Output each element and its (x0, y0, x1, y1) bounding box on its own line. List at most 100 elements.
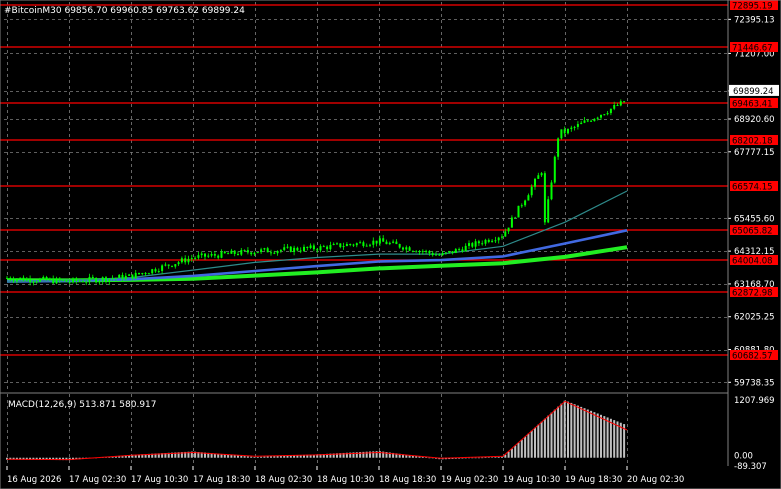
candle-body (299, 250, 302, 252)
candle-body (263, 248, 266, 250)
candle-body (253, 252, 256, 255)
chart-area[interactable]: 1207.9690.00-89.307 72395.1371207.006989… (0, 0, 781, 489)
candle-body (563, 129, 566, 134)
candle-body (240, 250, 243, 255)
macd-histogram-bar (240, 455, 243, 458)
candle-body (237, 253, 239, 255)
candle-body (451, 251, 454, 253)
candle-body (260, 249, 263, 253)
candle-body (484, 239, 487, 244)
candle-body (177, 262, 180, 265)
candle-body (365, 245, 368, 247)
price-label: 68920.60 (734, 115, 775, 125)
candle-body (309, 245, 312, 248)
candle-body (319, 246, 322, 251)
candle-body (606, 113, 609, 115)
candle-body (458, 249, 461, 251)
time-label: 19 Aug 18:30 (565, 475, 622, 485)
macd-histogram-bar (501, 456, 503, 458)
candle-body (464, 245, 467, 252)
candle-body (111, 278, 114, 280)
candle-body (332, 243, 335, 245)
candle-body (329, 244, 332, 250)
candle-body (616, 105, 619, 107)
macd-histogram-bar (266, 456, 269, 458)
macd-histogram-bar (567, 401, 569, 458)
candle-body (514, 217, 517, 219)
time-label: 18 Aug 10:30 (317, 475, 374, 485)
candle-body (517, 205, 520, 218)
candle-body (25, 278, 28, 281)
candle-body (355, 243, 358, 246)
candle-body (128, 274, 131, 276)
candle-body (35, 281, 38, 283)
candle-body (326, 246, 329, 250)
candle-body (276, 251, 279, 254)
candle-body (62, 280, 65, 282)
candle-body (118, 274, 121, 278)
candle-body (570, 127, 573, 130)
candle-body (441, 253, 444, 256)
candle-body (431, 253, 434, 256)
candle-body (88, 276, 91, 282)
macd-axis-label: 1207.969 (734, 396, 775, 406)
candle-body (402, 247, 404, 250)
level-label: 68202.18 (732, 137, 773, 147)
candle-body (372, 240, 375, 245)
macd-histogram-bar (586, 409, 589, 458)
level-label: 72895.19 (732, 2, 773, 12)
macd-histogram-bar (237, 455, 239, 458)
candle-body (6, 277, 8, 279)
macd-histogram-bar (570, 402, 573, 458)
candle-body (207, 255, 210, 257)
macd-histogram-bar (527, 433, 530, 458)
candle-body (230, 250, 233, 254)
candle-body (151, 269, 154, 274)
macd-histogram-bar (583, 408, 586, 458)
candle-body (474, 241, 477, 247)
candle-body (418, 251, 421, 253)
macd-histogram-bar (471, 457, 474, 459)
candle-body (157, 271, 160, 273)
candle-body (108, 278, 111, 282)
candle-body (161, 265, 164, 272)
candle-body (596, 117, 599, 119)
candle-body (454, 249, 457, 253)
candle-body (477, 241, 480, 244)
macd-histogram-bar (253, 456, 256, 458)
time-label: 17 Aug 10:30 (131, 475, 188, 485)
candle-body (75, 278, 78, 282)
candle-body (303, 246, 305, 252)
candle-body (345, 244, 348, 247)
candle-body (306, 246, 309, 248)
candle-body (246, 250, 249, 253)
candle-body (141, 273, 144, 275)
candle-body (534, 178, 536, 187)
candle-body (547, 199, 550, 223)
macd-title: MACD(12,26,9) 513.871 580.917 (8, 400, 157, 410)
macd-histogram-bar (557, 406, 560, 458)
candle-body (359, 242, 362, 244)
candle-body (270, 252, 272, 254)
candle-body (22, 277, 25, 281)
candle-body (392, 241, 395, 243)
candle-body (316, 249, 319, 251)
candle-body (98, 280, 101, 283)
candle-body (296, 247, 299, 251)
candle-body (210, 254, 213, 256)
candle-body (233, 250, 236, 254)
candle-body (352, 244, 355, 246)
candle-body (444, 252, 447, 254)
level-label: 60682.57 (732, 352, 773, 362)
candle-body (95, 278, 98, 283)
level-label: 71446.67 (732, 44, 773, 54)
candle-body (154, 269, 157, 272)
candle-body (283, 247, 286, 250)
candle-body (362, 242, 365, 247)
macd-histogram-bar (576, 405, 579, 458)
macd-histogram-bar (520, 439, 523, 458)
candle-body (42, 276, 45, 279)
macd-histogram-bar (534, 427, 536, 458)
candle-body (312, 245, 315, 250)
candle-body (52, 278, 55, 284)
